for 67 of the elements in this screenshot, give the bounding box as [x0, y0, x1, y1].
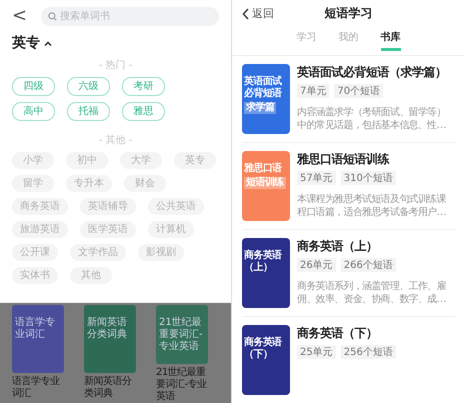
category-chip[interactable]: 考研	[122, 77, 165, 96]
cover-tag: 求学篇	[244, 102, 276, 114]
book-title: 商务英语（下）	[297, 325, 378, 342]
screen-title: 短语学习	[324, 5, 372, 22]
category-chip[interactable]: 英语辅导	[80, 198, 136, 215]
book-cover[interactable]: 英语面试必背短语 求学篇	[242, 64, 290, 134]
category-chip[interactable]: 大学	[120, 152, 162, 169]
category-chip[interactable]: 初中	[66, 152, 108, 169]
book-cover[interactable]: 雅思口语 短语训练	[242, 151, 290, 221]
category-chip[interactable]: 商务英语	[12, 198, 68, 215]
category-chip[interactable]: 四级	[12, 77, 55, 96]
back-button[interactable]: <	[12, 7, 28, 25]
book-cover[interactable]: 语言学专业词汇	[12, 305, 64, 373]
book-description: 本课程为雅思考试短语及句式训练课程口语篇，适合雅思考试备考用户…	[297, 193, 447, 219]
book-title: 英语面试必背短语（求学篇）	[297, 64, 448, 81]
book-title: 新闻英语分类词典	[84, 376, 132, 400]
category-chip[interactable]: 公共英语	[148, 198, 204, 215]
section-label: - 热门 -	[98, 58, 134, 72]
book-cover[interactable]: 商务英语（上）	[242, 238, 290, 308]
book-description: 商务英语系列，涵盖管理、工作、雇佣、效率、资金、协商、数字、成…	[297, 280, 447, 306]
category-chip[interactable]: 英专	[174, 152, 216, 169]
phrase-count: 256个短语	[340, 345, 396, 359]
book-cover[interactable]: 新闻英语分类词典	[84, 305, 136, 373]
search-field[interactable]: 搜索单词书	[41, 6, 219, 26]
cover-title: 雅思口语	[244, 163, 283, 175]
category-chip[interactable]: 六级	[67, 77, 110, 96]
back-button[interactable]: 返回	[242, 6, 274, 21]
category-chip[interactable]: 小学	[12, 152, 54, 169]
cover-title: 商务英语（下）	[244, 337, 283, 361]
cover-tag: 短语训练	[244, 177, 286, 189]
category-chip[interactable]: 公开课	[12, 244, 58, 261]
category-chip[interactable]: 财会	[124, 175, 166, 192]
book-cover[interactable]: 21世纪最重要词汇-专业英语	[156, 305, 208, 364]
cover-title: 英语面试必背短语	[244, 76, 283, 100]
chevron-left-icon	[242, 8, 249, 20]
caret-up-icon[interactable]	[44, 40, 52, 46]
book-title: 商务英语（上）	[297, 238, 378, 255]
book-title: 21世纪最重要词汇-专业英语	[156, 367, 208, 403]
unit-count: 26单元	[297, 258, 336, 272]
unit-count: 57单元	[297, 171, 336, 185]
section-label: - 其他 -	[98, 134, 134, 147]
category-chip[interactable]: 专升本	[66, 175, 112, 192]
category-chip[interactable]: 旅游英语	[12, 221, 68, 238]
phrase-count: 70个短语	[334, 84, 384, 98]
tab[interactable]: 书库	[380, 30, 400, 51]
category-chip[interactable]: 其他	[70, 267, 112, 284]
category-chip[interactable]: 托福	[67, 102, 110, 121]
unit-count: 7单元	[297, 84, 330, 98]
category-chip[interactable]: 医学英语	[80, 221, 136, 238]
category-chip[interactable]: 实体书	[12, 267, 58, 284]
unit-count: 25单元	[297, 345, 336, 359]
category-title: 英专	[12, 34, 40, 52]
tab[interactable]: 我的	[338, 30, 358, 51]
book-title: 语言学专业词汇	[12, 376, 61, 400]
phrase-count: 310个短语	[340, 171, 396, 185]
cover-title: 商务英语（上）	[244, 250, 283, 274]
phrase-count: 266个短语	[340, 258, 396, 272]
category-chip[interactable]: 高中	[12, 102, 55, 121]
category-chip[interactable]: 文学作品	[70, 244, 126, 261]
category-chip[interactable]: 留学	[12, 175, 54, 192]
book-title: 雅思口语短语训练	[297, 151, 390, 168]
book-cover[interactable]: 商务英语（下）	[242, 325, 290, 395]
category-chip[interactable]: 计算机	[148, 221, 194, 238]
category-chip[interactable]: 影视剧	[138, 244, 184, 261]
category-chip[interactable]: 雅思	[122, 102, 165, 121]
tab[interactable]: 学习	[296, 30, 316, 51]
book-description: 内容涵盖求学（考研面试、留学等）中的常见话题，包括基本信息、性…	[297, 106, 447, 132]
